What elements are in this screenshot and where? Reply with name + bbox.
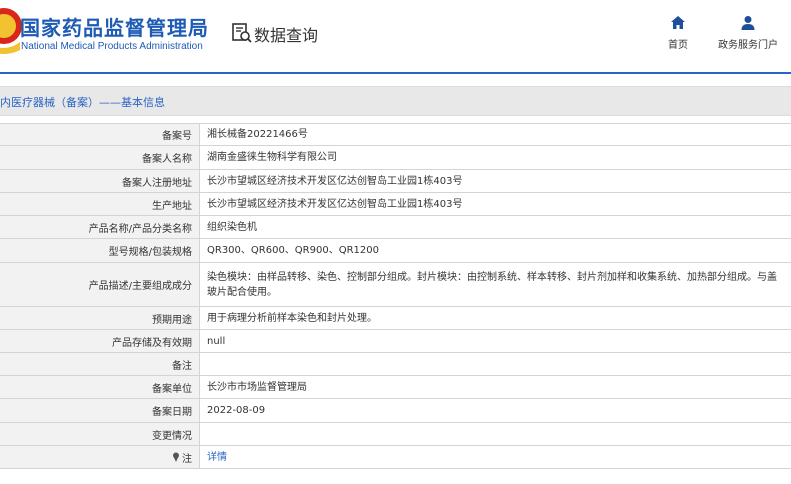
table-row: 备案人名称 湖南金盛徕生物科学有限公司 <box>0 146 791 170</box>
site-header: 国家药品监督管理局 National Medical Products Admi… <box>0 0 791 72</box>
row-value: 2022-08-09 <box>207 405 266 416</box>
row-label: 备注 <box>0 353 200 375</box>
home-icon <box>671 16 685 29</box>
table-row: 预期用途 用于病理分析前样本染色和封片处理。 <box>0 307 791 330</box>
row-value <box>200 353 791 375</box>
table-row: 备案人注册地址 长沙市望城区经济技术开发区亿达创智岛工业园1栋403号 <box>0 170 791 193</box>
brand-name-cn[interactable]: 国家药品监督管理局 <box>20 12 209 41</box>
row-value: QR300、QR600、QR900、QR1200 <box>207 245 379 256</box>
table-row: 生产地址 长沙市望城区经济技术开发区亿达创智岛工业园1栋403号 <box>0 193 791 216</box>
row-label: 产品存储及有效期 <box>0 330 200 352</box>
table-row: 产品存储及有效期 null <box>0 330 791 353</box>
page-section-title: 数据查询 <box>254 26 319 45</box>
table-row: 型号规格/包装规格 QR300、QR600、QR900、QR1200 <box>0 239 791 263</box>
table-row: 备案单位 长沙市市场监督管理局 <box>0 376 791 399</box>
table-row: 注 详情 <box>0 446 791 469</box>
user-icon <box>741 16 755 30</box>
nav-home-label: 首页 <box>668 40 688 51</box>
row-label: 备案人名称 <box>0 146 200 169</box>
row-label: 注 <box>0 446 200 468</box>
breadcrumb: 内医疗器械（备案）——基本信息 <box>0 86 791 116</box>
nav-home[interactable]: 首页 <box>661 14 695 51</box>
row-value: 湖南金盛徕生物科学有限公司 <box>207 152 337 163</box>
row-value: 湘长械备20221466号 <box>207 129 308 140</box>
row-label: 生产地址 <box>0 193 200 215</box>
row-label: 型号规格/包装规格 <box>0 239 200 262</box>
nav-service-label: 政务服务门户 <box>718 40 778 51</box>
row-label: 备案日期 <box>0 399 200 422</box>
row-value: 组织染色机 <box>207 221 257 233</box>
row-value: null <box>207 335 226 347</box>
pin-icon <box>173 452 179 462</box>
brand-name-en[interactable]: National Medical Products Administration <box>21 41 203 52</box>
nav-service-portal[interactable]: 政务服务门户 <box>712 14 784 51</box>
table-row: 备案日期 2022-08-09 <box>0 399 791 423</box>
row-label: 预期用途 <box>0 307 200 329</box>
table-row: 备案号 湘长械备20221466号 <box>0 124 791 146</box>
row-value <box>200 423 791 445</box>
data-query-icon <box>232 23 252 43</box>
row-label: 产品名称/产品分类名称 <box>0 216 200 238</box>
row-value: 染色模块：由样品转移、染色、控制部分组成。封片模块：由控制系统、样本转移、封片剂… <box>207 271 777 298</box>
row-value: 用于病理分析前样本染色和封片处理。 <box>207 312 377 324</box>
table-row: 产品描述/主要组成成分 染色模块：由样品转移、染色、控制部分组成。封片模块：由控… <box>0 263 791 307</box>
row-value: 长沙市望城区经济技术开发区亿达创智岛工业园1栋403号 <box>207 175 463 187</box>
header-divider <box>0 72 791 74</box>
row-value: 长沙市望城区经济技术开发区亿达创智岛工业园1栋403号 <box>207 198 463 210</box>
row-label: 产品描述/主要组成成分 <box>0 263 200 306</box>
table-row: 变更情况 <box>0 423 791 446</box>
row-label: 备案人注册地址 <box>0 170 200 192</box>
row-label: 备案单位 <box>0 376 200 398</box>
row-value: 长沙市市场监督管理局 <box>207 381 307 393</box>
details-link[interactable]: 详情 <box>207 450 227 465</box>
table-row: 产品名称/产品分类名称 组织染色机 <box>0 216 791 239</box>
detail-table: 备案号 湘长械备20221466号 备案人名称 湖南金盛徕生物科学有限公司 备案… <box>0 123 791 469</box>
row-label: 变更情况 <box>0 423 200 445</box>
row-label: 备案号 <box>0 124 200 145</box>
table-row: 备注 <box>0 353 791 376</box>
note-label-text: 注 <box>182 453 192 465</box>
breadcrumb-text: 内医疗器械（备案）——基本信息 <box>0 96 165 109</box>
